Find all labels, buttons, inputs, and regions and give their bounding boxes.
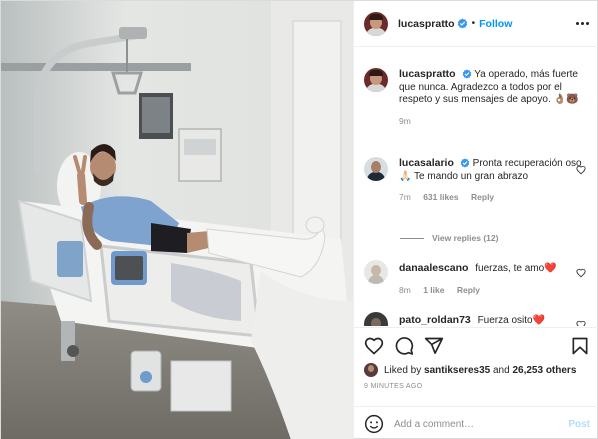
comment-item: pato_roldan73 Fuerza osito❤️ bbox=[364, 312, 590, 326]
comment-likes[interactable]: 631 likes bbox=[423, 192, 458, 202]
verified-badge-icon bbox=[457, 18, 467, 29]
verified-badge-icon bbox=[460, 158, 470, 168]
commenter-username[interactable]: lucasalario bbox=[399, 157, 454, 169]
verified-badge-icon bbox=[462, 69, 471, 79]
comment-text: Fuerza osito❤️ bbox=[477, 315, 546, 326]
commenter-username[interactable]: pato_roldan73 bbox=[399, 314, 471, 326]
comment-time: 8m bbox=[399, 284, 411, 295]
comment-likes[interactable]: 1 like bbox=[423, 285, 444, 295]
liker-avatar[interactable] bbox=[364, 363, 378, 377]
commenter-username[interactable]: danaalescano bbox=[399, 262, 468, 274]
caption-time: 9m bbox=[399, 115, 411, 126]
commenter-avatar[interactable] bbox=[364, 260, 388, 284]
likes-count[interactable]: 26,253 others bbox=[512, 365, 576, 376]
add-comment-input[interactable]: Add a comment… bbox=[394, 419, 568, 430]
comment-item: danaalescano fuerzas, te amo❤️ 8m 1 like… bbox=[364, 260, 590, 296]
bookmark-icon[interactable] bbox=[570, 336, 590, 356]
caption-username[interactable]: lucaspratto bbox=[399, 68, 456, 80]
commenter-avatar[interactable] bbox=[364, 312, 388, 326]
comments-list[interactable]: lucaspratto Ya operado, más fuerte que n… bbox=[354, 48, 598, 326]
reply-button[interactable]: Reply bbox=[471, 192, 494, 202]
liked-by-and: and bbox=[492, 364, 510, 376]
heart-icon[interactable] bbox=[364, 336, 384, 356]
post-actions: Liked by santikseres35 and 26,253 others… bbox=[354, 327, 598, 439]
share-icon[interactable] bbox=[424, 336, 444, 356]
liked-by-prefix: Liked by bbox=[384, 364, 422, 376]
caption-avatar[interactable] bbox=[364, 68, 388, 92]
view-replies-button[interactable]: View replies (12) bbox=[400, 233, 498, 243]
separator-dot: • bbox=[471, 18, 476, 29]
view-replies-label[interactable]: View replies (12) bbox=[432, 233, 498, 243]
instagram-post: lucaspratto • Follow lucaspratto Ya oper… bbox=[0, 0, 598, 439]
post-photo[interactable] bbox=[1, 1, 353, 439]
caption: lucaspratto Ya operado, más fuerte que n… bbox=[364, 68, 590, 127]
add-comment-bar: Add a comment… Post bbox=[354, 406, 598, 439]
comment-icon[interactable] bbox=[394, 336, 414, 356]
comment-item: lucasalario Pronta recuperación oso 🙏🏻 T… bbox=[364, 157, 590, 204]
liked-by: Liked by santikseres35 and 26,253 others bbox=[364, 363, 576, 377]
like-comment-heart-icon[interactable] bbox=[576, 320, 586, 326]
post-header: lucaspratto • Follow bbox=[354, 1, 598, 47]
like-comment-heart-icon[interactable] bbox=[576, 165, 586, 175]
more-options-icon[interactable] bbox=[574, 15, 590, 31]
liked-by-user[interactable]: santikseres35 bbox=[424, 365, 490, 376]
follow-button[interactable]: Follow bbox=[479, 18, 512, 30]
comment-text: fuerzas, te amo❤️ bbox=[475, 263, 557, 274]
post-timestamp[interactable]: 9 MINUTES AGO bbox=[364, 383, 422, 390]
author-avatar[interactable] bbox=[364, 11, 388, 36]
reply-button[interactable]: Reply bbox=[457, 285, 480, 295]
like-comment-heart-icon[interactable] bbox=[576, 268, 586, 278]
replies-divider bbox=[400, 237, 424, 239]
author-username[interactable]: lucaspratto bbox=[398, 18, 455, 30]
hospital-bed-photo bbox=[1, 1, 353, 439]
emoji-icon[interactable] bbox=[364, 414, 384, 434]
comment-time: 7m bbox=[399, 192, 411, 202]
commenter-avatar[interactable] bbox=[364, 157, 388, 181]
post-comment-button[interactable]: Post bbox=[568, 419, 590, 430]
post-side-panel: lucaspratto • Follow lucaspratto Ya oper… bbox=[353, 1, 598, 439]
